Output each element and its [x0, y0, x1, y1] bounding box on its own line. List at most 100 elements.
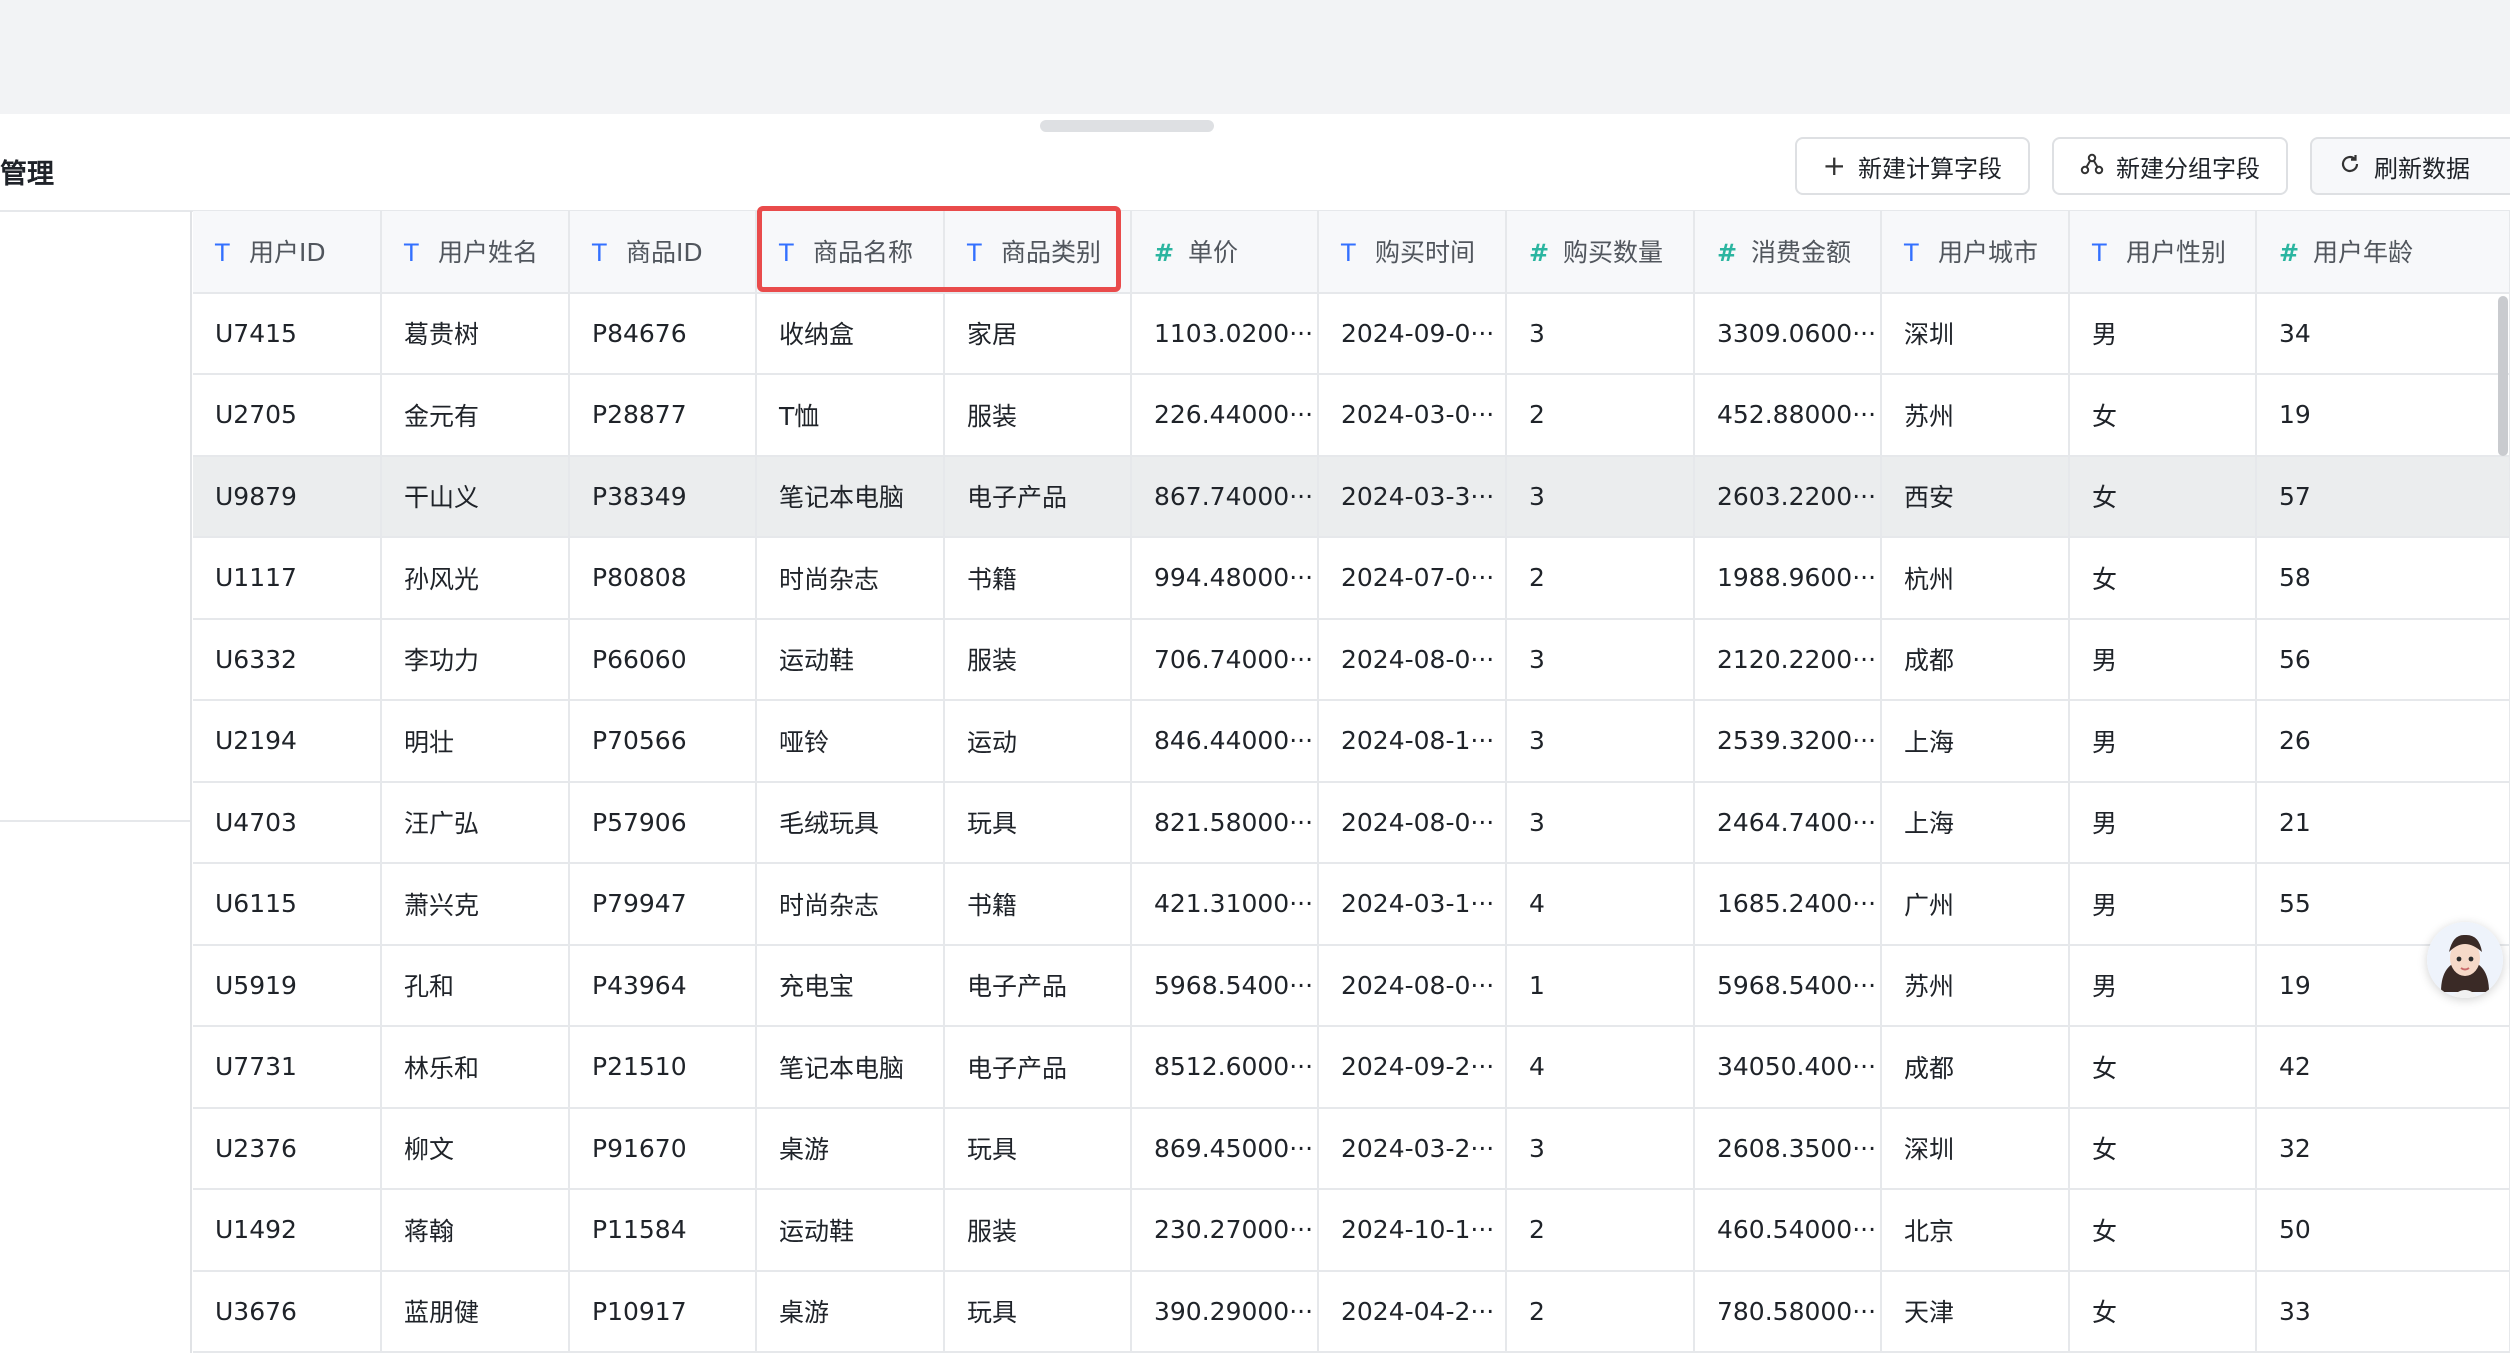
table-cell[interactable]: 5968.5400···	[1694, 944, 1882, 1027]
table-cell[interactable]: P79947	[569, 863, 757, 946]
table-cell[interactable]: 32	[2256, 1107, 2510, 1190]
table-cell[interactable]: 34	[2256, 292, 2510, 375]
table-cell[interactable]: 34050.400···	[1694, 1026, 1882, 1109]
table-cell[interactable]: 苏州	[1881, 944, 2070, 1027]
table-cell[interactable]: 收纳盒	[756, 292, 945, 375]
table-cell[interactable]: 男	[2069, 292, 2257, 375]
table-cell[interactable]: P10917	[569, 1270, 757, 1353]
table-cell[interactable]: 50	[2256, 1189, 2510, 1272]
table-cell[interactable]: 柳文	[381, 1107, 570, 1190]
table-cell[interactable]: 蓝朋健	[381, 1270, 570, 1353]
table-cell[interactable]: 女	[2069, 374, 2257, 457]
table-cell[interactable]: 2464.7400···	[1694, 781, 1882, 864]
table-cell[interactable]: 26	[2256, 700, 2510, 783]
table-cell[interactable]: 家居	[944, 292, 1132, 375]
table-cell[interactable]: 深圳	[1881, 1107, 2070, 1190]
table-cell[interactable]: 男	[2069, 700, 2257, 783]
table-cell[interactable]: 3	[1506, 618, 1695, 701]
table-cell[interactable]: 42	[2256, 1026, 2510, 1109]
table-cell[interactable]: U2194	[193, 700, 382, 783]
table-cell[interactable]: 2024-03-1···	[1318, 863, 1507, 946]
table-cell[interactable]: 4	[1506, 863, 1695, 946]
table-cell[interactable]: 994.48000···	[1131, 537, 1319, 620]
table-cell[interactable]: 867.74000···	[1131, 455, 1319, 538]
table-cell[interactable]: 深圳	[1881, 292, 2070, 375]
table-row[interactable]: U1117 孙风光 P80808 时尚杂志 书籍 994.48000··· 2024-07-…	[193, 537, 2510, 620]
table-cell[interactable]: 19	[2256, 374, 2510, 457]
table-cell[interactable]: 女	[2069, 537, 2257, 620]
table-cell[interactable]: 男	[2069, 781, 2257, 864]
table-cell[interactable]: P80808	[569, 537, 757, 620]
table-cell[interactable]: 充电宝	[756, 944, 945, 1027]
table-cell[interactable]: P21510	[569, 1026, 757, 1109]
table-cell[interactable]: 书籍	[944, 863, 1132, 946]
table-cell[interactable]: 电子产品	[944, 944, 1132, 1027]
table-row[interactable]: U1492 蒋翰 P11584 运动鞋 服装 230.27000··· 2024-10-1·…	[193, 1189, 2510, 1272]
table-cell[interactable]: 2024-09-0···	[1318, 292, 1507, 375]
table-cell[interactable]: 运动鞋	[756, 618, 945, 701]
table-cell[interactable]: 3	[1506, 781, 1695, 864]
column-header[interactable]: # 用户年龄	[2256, 211, 2510, 294]
table-cell[interactable]: 846.44000···	[1131, 700, 1319, 783]
vertical-scrollbar[interactable]	[2498, 296, 2508, 456]
table-cell[interactable]: 女	[2069, 1189, 2257, 1272]
table-cell[interactable]: 明壮	[381, 700, 570, 783]
table-row[interactable]: U2376 柳文 P91670 桌游 玩具 869.45000··· 2024-03-2··…	[193, 1107, 2510, 1190]
table-cell[interactable]: 哑铃	[756, 700, 945, 783]
table-row[interactable]: U5919 孔和 P43964 充电宝 电子产品 5968.5400··· 2024-08-…	[193, 944, 2510, 1027]
table-cell[interactable]: 广州	[1881, 863, 2070, 946]
table-cell[interactable]: 男	[2069, 863, 2257, 946]
column-header[interactable]: T 商品名称	[756, 211, 945, 294]
table-cell[interactable]: 葛贵树	[381, 292, 570, 375]
table-cell[interactable]: U6115	[193, 863, 382, 946]
table-cell[interactable]: 金元有	[381, 374, 570, 457]
table-cell[interactable]: 桌游	[756, 1107, 945, 1190]
table-cell[interactable]: 1	[1506, 944, 1695, 1027]
table-cell[interactable]: 2608.3500···	[1694, 1107, 1882, 1190]
table-cell[interactable]: 男	[2069, 618, 2257, 701]
table-cell[interactable]: P84676	[569, 292, 757, 375]
table-cell[interactable]: 2024-08-0···	[1318, 781, 1507, 864]
table-cell[interactable]: 毛绒玩具	[756, 781, 945, 864]
table-cell[interactable]: 成都	[1881, 1026, 2070, 1109]
table-cell[interactable]: P11584	[569, 1189, 757, 1272]
table-cell[interactable]: 706.74000···	[1131, 618, 1319, 701]
table-cell[interactable]: 干山义	[381, 455, 570, 538]
table-cell[interactable]: 2024-04-2···	[1318, 1270, 1507, 1353]
table-cell[interactable]: 869.45000···	[1131, 1107, 1319, 1190]
table-cell[interactable]: U1117	[193, 537, 382, 620]
table-cell[interactable]: 2024-10-1···	[1318, 1189, 1507, 1272]
column-header[interactable]: # 购买数量	[1506, 211, 1695, 294]
new-group-field-button[interactable]: 新建分组字段	[2052, 137, 2288, 195]
table-cell[interactable]: 笔记本电脑	[756, 1026, 945, 1109]
table-cell[interactable]: 1103.0200···	[1131, 292, 1319, 375]
column-header[interactable]: # 单价	[1131, 211, 1319, 294]
table-cell[interactable]: 服装	[944, 374, 1132, 457]
table-cell[interactable]: 萧兴克	[381, 863, 570, 946]
table-cell[interactable]: 上海	[1881, 700, 2070, 783]
table-cell[interactable]: 林乐和	[381, 1026, 570, 1109]
table-cell[interactable]: 杭州	[1881, 537, 2070, 620]
table-cell[interactable]: 女	[2069, 1270, 2257, 1353]
table-row[interactable]: U3676 蓝朋健 P10917 桌游 玩具 390.29000··· 2024-04-2·…	[193, 1270, 2510, 1353]
table-cell[interactable]: 2120.2200···	[1694, 618, 1882, 701]
table-cell[interactable]: 58	[2256, 537, 2510, 620]
table-cell[interactable]: 时尚杂志	[756, 537, 945, 620]
column-header[interactable]: # 消费金额	[1694, 211, 1882, 294]
table-cell[interactable]: P70566	[569, 700, 757, 783]
table-row[interactable]: U2705 金元有 P28877 T恤 服装 226.44000··· 2024-03-0·…	[193, 374, 2510, 457]
table-cell[interactable]: 2024-07-0···	[1318, 537, 1507, 620]
table-cell[interactable]: 1685.2400···	[1694, 863, 1882, 946]
table-cell[interactable]: 452.88000···	[1694, 374, 1882, 457]
column-header[interactable]: T 购买时间	[1318, 211, 1507, 294]
table-cell[interactable]: 2024-03-2···	[1318, 1107, 1507, 1190]
table-cell[interactable]: 21	[2256, 781, 2510, 864]
table-cell[interactable]: U2705	[193, 374, 382, 457]
table-cell[interactable]: 汪广弘	[381, 781, 570, 864]
column-header[interactable]: T 用户性别	[2069, 211, 2257, 294]
table-cell[interactable]: P57906	[569, 781, 757, 864]
table-cell[interactable]: U6332	[193, 618, 382, 701]
table-row[interactable]: U2194 明壮 P70566 哑铃 运动 846.44000··· 2024-08-1··…	[193, 700, 2510, 783]
table-cell[interactable]: 2024-08-0···	[1318, 618, 1507, 701]
table-row[interactable]: U7415 葛贵树 P84676 收纳盒 家居 1103.0200··· 2024-09-0…	[193, 292, 2510, 375]
